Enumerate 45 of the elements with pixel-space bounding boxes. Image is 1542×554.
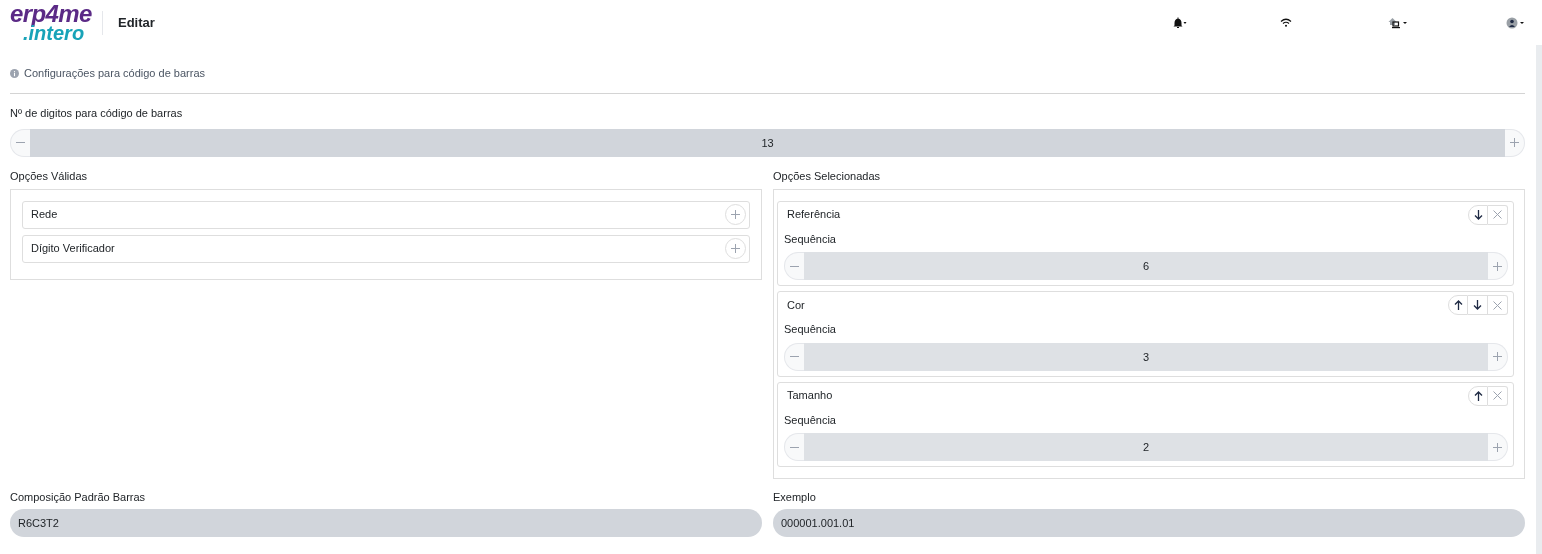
field-label: Composição Padrão Barras (10, 490, 147, 503)
arrow-down-icon (1473, 209, 1483, 220)
close-icon (1493, 391, 1502, 400)
notifications-button[interactable] (1173, 16, 1187, 29)
input-field[interactable]: 000001.001.01 (773, 509, 1525, 537)
arrow-up-icon (1453, 300, 1463, 310)
increment-button[interactable] (1488, 342, 1508, 371)
column-heading: Opções Válidas (10, 168, 89, 182)
number-field[interactable]: 3 (804, 342, 1488, 371)
column-heading: Opções Selecionadas (773, 168, 881, 182)
user-menu-button[interactable] (1506, 16, 1525, 29)
arrow-up-icon (1473, 390, 1483, 401)
increment-button[interactable] (1488, 433, 1508, 461)
plus-icon (1493, 352, 1502, 361)
option-label: Rede (31, 207, 59, 223)
field-label: Exemplo (773, 490, 817, 503)
page-title: Editar (118, 13, 155, 32)
info-icon (10, 69, 19, 78)
device-button[interactable] (1388, 16, 1408, 29)
field-label: Sequência (784, 412, 837, 428)
field-label: Sequência (784, 322, 837, 337)
number-field[interactable]: 13 (30, 128, 1505, 157)
field-label: Nº de digitos para código de barras (10, 106, 184, 121)
option-label: Referência (786, 207, 842, 223)
section-heading: Configurações para código de barras (24, 66, 205, 82)
move-down-button[interactable] (1468, 295, 1488, 315)
close-icon (1493, 210, 1502, 219)
wifi-icon[interactable] (1280, 18, 1292, 27)
plus-icon (1493, 442, 1502, 452)
increment-button[interactable] (1488, 252, 1508, 280)
number-field[interactable]: 6 (804, 252, 1488, 280)
plus-icon (1493, 261, 1502, 271)
increment-button[interactable] (1505, 128, 1525, 157)
option-label: Dígito Verificador (31, 241, 116, 257)
arrow-down-icon (1473, 300, 1482, 310)
close-icon (1493, 300, 1502, 310)
plus-icon (731, 244, 740, 253)
logo-text: erp4me (10, 0, 90, 27)
option-label: Cor (786, 297, 806, 313)
plus-icon (731, 210, 740, 219)
plus-icon (1510, 138, 1519, 147)
number-field[interactable]: 2 (804, 433, 1488, 461)
field-label: Sequência (784, 231, 837, 247)
option-label: Tamanho (786, 388, 834, 404)
input-field[interactable]: R6C3T2 (10, 509, 762, 537)
